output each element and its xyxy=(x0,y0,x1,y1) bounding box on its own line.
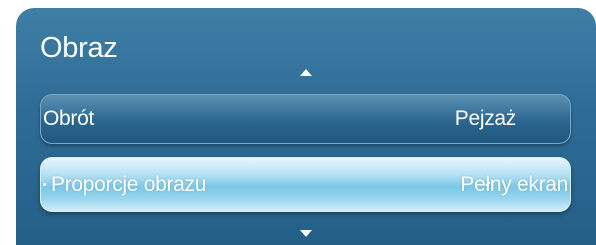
menu-item-aspect-ratio[interactable]: Proporcje obrazu Pełny ekran xyxy=(40,157,571,212)
osd-menu-panel: Obraz Obrót Pejzaż Proporcje obrazu Pełn… xyxy=(16,8,596,245)
selection-dot-icon xyxy=(43,183,46,186)
menu-title: Obraz xyxy=(40,32,118,64)
scroll-down-icon[interactable] xyxy=(300,230,312,237)
menu-item-label: Obrót xyxy=(43,107,95,130)
menu-item-label: Proporcje obrazu xyxy=(51,173,207,196)
scroll-up-icon[interactable] xyxy=(300,69,312,76)
menu-item-rotation[interactable]: Obrót Pejzaż xyxy=(40,94,571,144)
menu-item-value: Pełny ekran xyxy=(460,173,568,196)
menu-item-value: Pejzaż xyxy=(454,107,517,130)
